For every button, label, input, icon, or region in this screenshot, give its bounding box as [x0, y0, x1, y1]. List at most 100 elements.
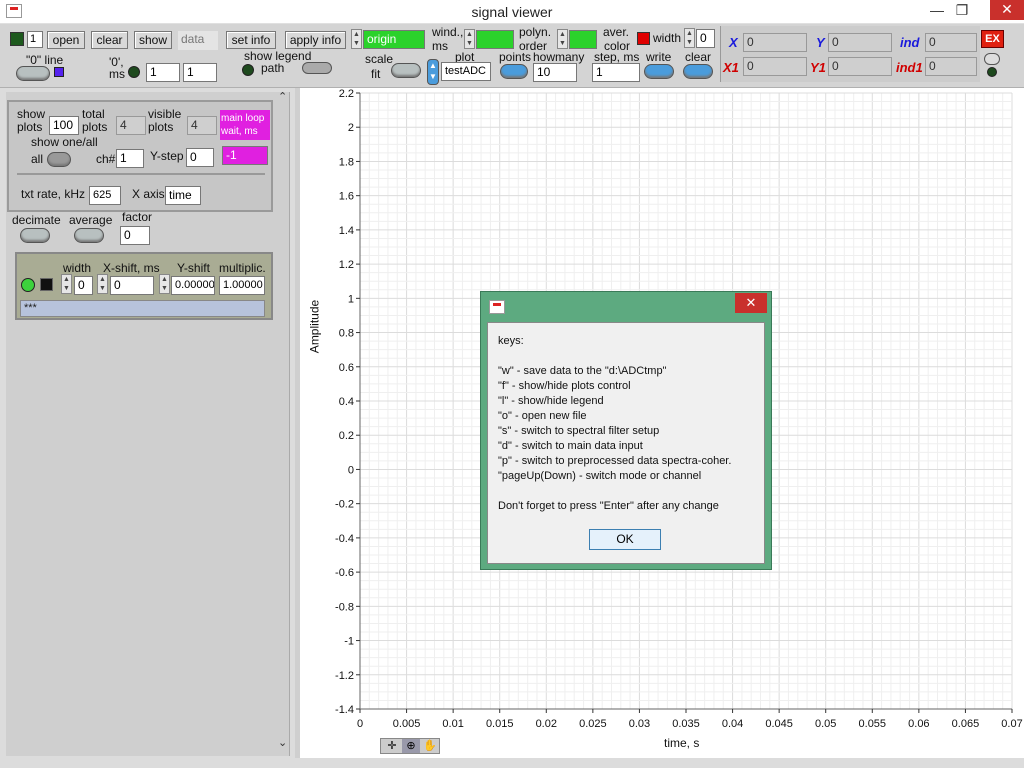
zoom-icon[interactable]: ⊕	[402, 739, 420, 753]
show-button[interactable]: show	[134, 31, 172, 49]
average-toggle[interactable]	[74, 228, 104, 243]
show-one-all-toggle[interactable]	[47, 152, 71, 167]
x-tick-label: 0.01	[442, 718, 463, 730]
howmany-field[interactable]: 10	[533, 63, 577, 82]
order-field[interactable]	[569, 30, 597, 49]
ok-button[interactable]: OK	[589, 529, 661, 550]
xshift-spinner[interactable]: ▲ ▼	[97, 274, 108, 294]
apply-info-button[interactable]: apply info	[285, 31, 346, 49]
y-label: Y	[816, 35, 825, 50]
close-button[interactable]: ✕	[990, 0, 1024, 20]
x-tick-label: 0.06	[908, 718, 929, 730]
dialog-close-button[interactable]: ✕	[735, 293, 767, 313]
step-field[interactable]: 1	[592, 63, 640, 82]
ystep-field[interactable]: 0	[186, 148, 214, 167]
plot-visible-led[interactable]	[21, 278, 35, 292]
pan-hand-icon[interactable]: ✋	[421, 739, 439, 753]
decimate-toggle[interactable]	[20, 228, 50, 243]
yshift-spinner[interactable]: ▲ ▼	[159, 274, 170, 294]
open-button[interactable]: open	[47, 31, 85, 49]
x-tick-label: 0.035	[672, 718, 700, 730]
write-label: write	[646, 50, 672, 64]
exit-led	[987, 67, 997, 77]
plot-properties-frame: width X-shift, ms Y-shift multiplic. ▲ ▼ …	[15, 252, 273, 320]
main-loop-label: main loop wait, ms	[220, 110, 270, 140]
y-tick-label: 0.4	[339, 396, 354, 408]
file-index-field[interactable]: 1	[27, 31, 43, 48]
zero-line-color[interactable]	[54, 67, 64, 77]
scroll-down-icon[interactable]: ⌄	[278, 736, 287, 749]
plot-selector[interactable]: ▲ ▼	[427, 59, 439, 85]
multiplic-field[interactable]: 1.00000	[219, 276, 265, 295]
width-field[interactable]: 0	[696, 29, 715, 48]
clear2-label: clear	[685, 50, 712, 64]
plots-frame: show plots 100 total plots 4 visible plo…	[7, 100, 273, 212]
y-tick-label: 0.6	[339, 362, 354, 374]
plot-legend-text[interactable]: ***	[20, 300, 265, 317]
origin-field[interactable]: origin	[363, 30, 425, 49]
txt-rate-label: txt rate, kHz	[21, 187, 86, 201]
plot-field[interactable]: testADC	[441, 62, 491, 81]
plot-width-field[interactable]: 0	[74, 276, 93, 295]
yshift-field[interactable]: 0.00000	[171, 276, 215, 295]
polyn-label: polyn.	[519, 25, 552, 39]
set-info-button[interactable]: set info	[226, 31, 276, 49]
maximize-button[interactable]: ❐	[945, 0, 979, 22]
plot-width-spinner[interactable]: ▲ ▼	[61, 274, 72, 294]
show-plots-field[interactable]: 100	[49, 116, 79, 135]
clear-button[interactable]: clear	[91, 31, 128, 49]
y-tick-label: 1.2	[339, 259, 354, 271]
x-axis-field[interactable]: time	[165, 186, 201, 205]
show-legend-led[interactable]	[242, 64, 254, 76]
cursor-readout: X 0 Y 0 ind 0 X1 0 Y1 0 ind1 0	[720, 26, 980, 82]
panel-divider	[17, 173, 265, 175]
dialog-app-icon	[489, 300, 505, 314]
ch-field[interactable]: 1	[116, 149, 144, 168]
aver-color-swatch[interactable]	[637, 32, 650, 45]
x-tick-label: 0.055	[859, 718, 887, 730]
key-line: "p" - switch to preprocessed data spectr…	[498, 455, 732, 467]
crosshair-icon[interactable]: ✛	[383, 739, 401, 753]
y-tick-label: 1	[348, 293, 354, 305]
path-toggle[interactable]	[302, 62, 332, 74]
decimate-label: decimate	[12, 213, 61, 227]
panel-scrollbar[interactable]: ⌃ ⌄	[274, 88, 292, 752]
exit-button[interactable]: EX	[981, 30, 1004, 48]
write-toggle[interactable]	[644, 64, 674, 79]
plot-color-swatch[interactable]	[40, 278, 53, 291]
points-toggle[interactable]	[500, 64, 528, 79]
origin-spinner[interactable]: ▲ ▼	[351, 29, 362, 49]
wind-field[interactable]	[476, 30, 514, 49]
scale-fit-toggle[interactable]	[391, 63, 421, 78]
width-label: width	[653, 31, 682, 45]
zero-ms-label: '0', ms	[109, 55, 125, 81]
zero-line-toggle[interactable]	[16, 66, 50, 81]
y-tick-label: 1.8	[339, 156, 354, 168]
all-label: all	[31, 152, 44, 166]
xshift-field[interactable]: 0	[110, 276, 154, 295]
order-spinner[interactable]: ▲ ▼	[557, 29, 568, 49]
x-tick-label: 0	[357, 718, 363, 730]
title-bar: signal viewer — ❐ ✕	[0, 0, 1024, 24]
wind-spinner[interactable]: ▲ ▼	[464, 29, 475, 49]
dialog-note: Don't forget to press "Enter" after any …	[498, 500, 719, 512]
y-axis-label-container: Amplitude	[300, 240, 330, 420]
exit-toggle[interactable]	[984, 53, 1000, 65]
ystep-label: Y-step	[150, 149, 184, 163]
width-spinner[interactable]: ▲ ▼	[684, 28, 695, 48]
txt-rate-field[interactable]: 625	[89, 186, 121, 205]
key-line: "d" - switch to main data input	[498, 440, 643, 452]
key-line: "o" - open new file	[498, 410, 587, 422]
ms-field-2[interactable]: 1	[183, 63, 217, 82]
y1-label: Y1	[810, 60, 826, 75]
zero-ms-led[interactable]	[128, 66, 140, 78]
data-field[interactable]: data	[178, 31, 218, 50]
run-indicator[interactable]	[10, 32, 24, 46]
y1-value: 0	[828, 57, 892, 76]
factor-field[interactable]: 0	[120, 226, 150, 245]
plots-control-panel: show plots 100 total plots 4 visible plo…	[6, 92, 290, 756]
main-loop-field[interactable]: -1	[222, 146, 268, 165]
clear2-toggle[interactable]	[683, 64, 713, 79]
scroll-up-icon[interactable]: ⌃	[278, 90, 287, 103]
ms-field-1[interactable]: 1	[146, 63, 180, 82]
